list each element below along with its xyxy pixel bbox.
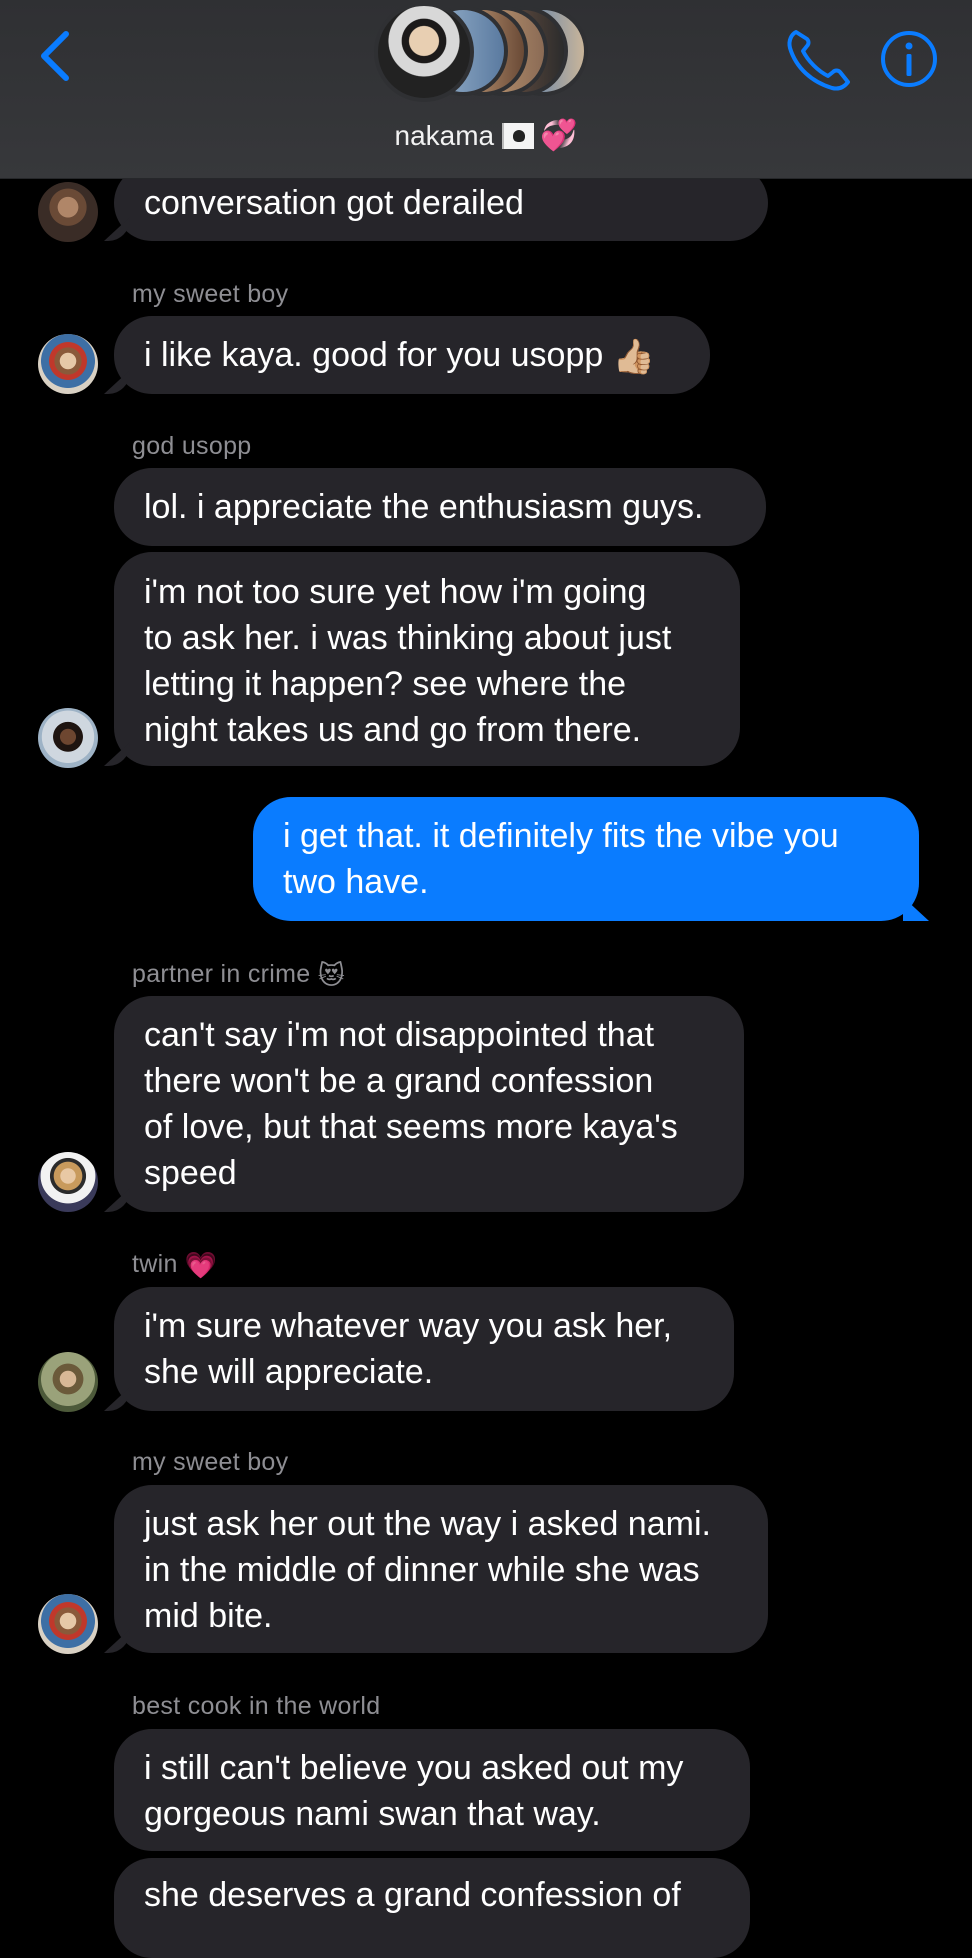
message-text: mid bite. — [144, 1597, 273, 1635]
avatar[interactable] — [38, 1352, 98, 1412]
sender-name: god usopp — [132, 432, 252, 460]
sender-name: my sweet boy — [132, 1448, 289, 1476]
message-text: she deserves a grand confession of — [144, 1876, 681, 1914]
message-bubble[interactable]: i still can't believe you asked out my g… — [114, 1729, 750, 1851]
message-list[interactable]: conversation got derailed my sweet boy i… — [0, 0, 972, 1958]
call-button[interactable] — [782, 24, 854, 94]
message-bubble[interactable]: i'm not too sure yet how i'm going to as… — [114, 552, 740, 766]
message-bubble[interactable]: can't say i'm not disappointed that ther… — [114, 996, 744, 1212]
message-text: to ask her. i was thinking about just — [144, 619, 672, 657]
message-text: conversation got derailed — [144, 184, 524, 222]
message-text: just ask her out the way i asked nami. — [144, 1505, 711, 1543]
avatar[interactable] — [38, 708, 98, 768]
message-text: i still can't believe you asked out my — [144, 1749, 684, 1787]
sender-name: my sweet boy — [132, 280, 289, 308]
message-bubble-outgoing[interactable]: i get that. it definitely fits the vibe … — [253, 797, 919, 921]
message-bubble[interactable]: she deserves a grand confession of — [114, 1858, 750, 1958]
phone-icon — [787, 30, 850, 91]
message-text: i'm not too sure yet how i'm going — [144, 573, 647, 611]
avatar[interactable] — [38, 334, 98, 394]
sender-name-text: twin — [132, 1250, 178, 1279]
message-text: there won't be a grand confession — [144, 1062, 654, 1100]
info-button[interactable] — [880, 30, 938, 88]
sender-name: twin 💗 — [132, 1250, 218, 1281]
message-text: speed — [144, 1154, 237, 1192]
message-bubble[interactable]: i'm sure whatever way you ask her, she w… — [114, 1287, 734, 1411]
group-title[interactable]: nakama 💞 — [0, 118, 972, 153]
thumbs-up-emoji: 👍🏼 — [612, 338, 656, 377]
chevron-left-icon — [41, 31, 69, 81]
message-text: of love, but that seems more kaya's — [144, 1108, 678, 1146]
message-text: lol. i appreciate the enthusiasm guys. — [144, 488, 704, 526]
info-icon — [881, 31, 937, 87]
message-text: two have. — [283, 863, 429, 901]
message-bubble[interactable]: lol. i appreciate the enthusiasm guys. — [114, 468, 766, 546]
message-text: she will appreciate. — [144, 1353, 434, 1391]
group-avatar-stack[interactable] — [374, 2, 598, 102]
chat-header: nakama 💞 — [0, 0, 972, 179]
avatar[interactable] — [38, 1152, 98, 1212]
group-title-text: nakama — [394, 119, 495, 151]
sender-name-text: partner in crime — [132, 960, 311, 989]
avatar — [374, 2, 474, 102]
back-button[interactable] — [22, 20, 86, 92]
message-text: in the middle of dinner while she was — [144, 1551, 700, 1589]
message-bubble[interactable]: i like kaya. good for you usopp 👍🏼 — [114, 316, 710, 394]
message-text: i get that. it definitely fits the vibe … — [283, 817, 839, 855]
growing-heart-emoji: 💗 — [184, 1250, 218, 1280]
message-text: i'm sure whatever way you ask her, — [144, 1307, 673, 1345]
message-text: i like kaya. good for you usopp — [144, 336, 604, 374]
pirate-flag-icon — [502, 122, 535, 149]
message-bubble[interactable]: just ask her out the way i asked nami. i… — [114, 1485, 768, 1653]
two-hearts-emoji: 💞 — [540, 119, 578, 152]
message-text: gorgeous nami swan that way. — [144, 1795, 601, 1833]
message-text: can't say i'm not disappointed that — [144, 1016, 655, 1054]
avatar[interactable] — [38, 182, 98, 242]
message-text: letting it happen? see where the — [144, 665, 627, 703]
sender-name: partner in crime 😻 — [132, 960, 345, 991]
avatar[interactable] — [38, 1594, 98, 1654]
sender-name: best cook in the world — [132, 1692, 381, 1720]
heart-eyes-cat-emoji: 😻 — [317, 960, 346, 990]
message-text: night takes us and go from there. — [144, 711, 642, 749]
